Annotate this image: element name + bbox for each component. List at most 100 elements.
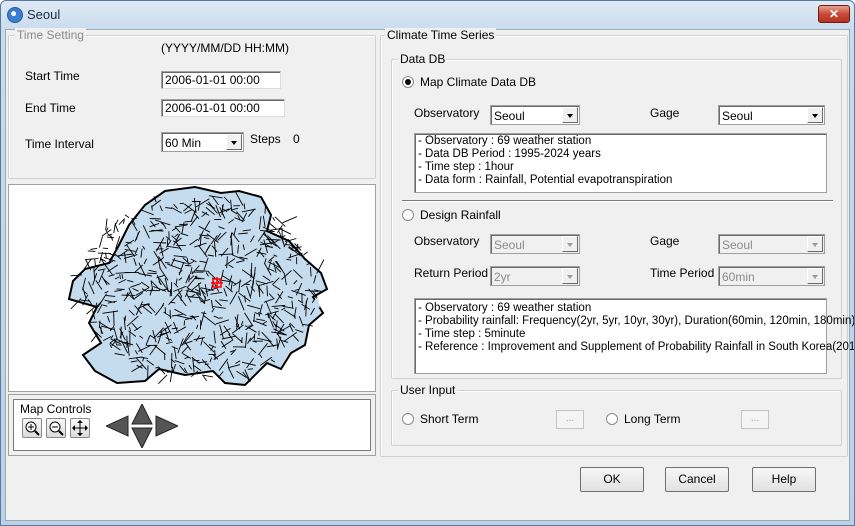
- long-term-browse-button[interactable]: ...: [741, 410, 769, 429]
- time-format-hint: (YYYY/MM/DD HH:MM): [161, 41, 289, 55]
- long-term-label[interactable]: Long Term: [624, 412, 680, 426]
- observatory-value: Seoul: [494, 109, 525, 123]
- chevron-down-icon[interactable]: [562, 236, 578, 252]
- ok-button[interactable]: OK: [580, 467, 644, 492]
- data-db-group: Data DB Map Climate Data DB Observatory …: [391, 52, 855, 379]
- info-line: - Reference : Improvement and Supplement…: [418, 341, 855, 353]
- cancel-button[interactable]: Cancel: [665, 467, 729, 492]
- data-db-legend: Data DB: [398, 52, 448, 66]
- map-climate-radio-label[interactable]: Map Climate Data DB: [420, 75, 536, 89]
- direction-pad[interactable]: [106, 404, 178, 448]
- map-climate-radio[interactable]: [402, 76, 414, 88]
- info-line: - Probability rainfall: Frequency(2yr, 5…: [418, 315, 855, 327]
- center-marker: [211, 277, 223, 289]
- road-segment: [243, 203, 246, 210]
- end-time-input[interactable]: 2006-01-01 00:00: [161, 99, 285, 117]
- time-interval-select[interactable]: 60 Min: [161, 132, 244, 152]
- start-time-input[interactable]: 2006-01-01 00:00: [161, 71, 281, 89]
- steps-label: Steps: [250, 132, 281, 146]
- road-segment: [193, 359, 200, 362]
- zoom-in-button[interactable]: [22, 418, 42, 438]
- road-segment: [106, 236, 115, 239]
- city-boundary: [67, 185, 329, 387]
- info-line: - Data DB Period : 1995-2024 years: [418, 148, 601, 160]
- observatory-select[interactable]: Seoul: [490, 105, 580, 125]
- return-period-label: Return Period: [414, 266, 489, 280]
- time-period-label: Time Period: [650, 266, 715, 280]
- time-setting-group: Time Setting (YYYY/MM/DD HH:MM) Start Ti…: [8, 28, 376, 179]
- short-term-label[interactable]: Short Term: [420, 412, 478, 426]
- arrow-right-icon: [155, 415, 178, 437]
- time-interval-value: 60 Min: [165, 136, 202, 150]
- data-db-info-box[interactable]: - Observatory : 69 weather station - Dat…: [414, 133, 827, 193]
- zoom-out-icon: [49, 421, 64, 436]
- time-interval-label: Time Interval: [25, 137, 94, 151]
- title-bar[interactable]: Seoul ✕: [1, 1, 854, 29]
- user-input-group: User Input Short Term ... Long Term ...: [391, 383, 842, 446]
- arrow-left-icon: [106, 415, 129, 437]
- help-button[interactable]: Help: [752, 467, 816, 492]
- road-segment: [98, 236, 103, 248]
- road-segment: [155, 248, 164, 250]
- road-segment: [303, 251, 308, 256]
- zoom-out-button[interactable]: [46, 418, 66, 438]
- time-period-value: 60min: [722, 270, 755, 284]
- info-line: - Data form : Rainfall, Potential evapot…: [418, 174, 673, 186]
- close-button[interactable]: ✕: [818, 5, 850, 23]
- gage-select[interactable]: Seoul: [718, 105, 825, 125]
- dialog-window: Seoul ✕ Time Setting (YYYY/MM/DD HH:MM) …: [0, 0, 855, 526]
- time-period-select[interactable]: 60min: [718, 266, 825, 286]
- info-line: - Observatory : 69 weather station: [418, 135, 592, 147]
- road-segment: [183, 320, 186, 326]
- chevron-down-icon[interactable]: [562, 268, 578, 284]
- pan-button[interactable]: [70, 418, 90, 438]
- design-gage-label: Gage: [650, 234, 680, 248]
- design-observatory-select[interactable]: Seoul: [490, 234, 580, 254]
- chevron-down-icon[interactable]: [562, 107, 578, 123]
- observatory-label: Observatory: [414, 106, 480, 120]
- design-gage-select[interactable]: Seoul: [718, 234, 825, 254]
- map-controls-panel: Map Controls: [8, 394, 376, 456]
- road-segment: [247, 368, 254, 370]
- road-segment: [310, 267, 312, 277]
- road-segment: [272, 216, 276, 221]
- road-segment: [90, 247, 98, 250]
- chevron-down-icon[interactable]: [226, 134, 242, 150]
- arrow-down-icon: [131, 427, 153, 448]
- time-setting-legend: Time Setting: [15, 28, 86, 42]
- design-rainfall-radio-label[interactable]: Design Rainfall: [420, 208, 501, 222]
- short-term-radio[interactable]: [402, 413, 414, 425]
- info-line: - Time step : 1hour: [418, 161, 514, 173]
- pan-icon: [72, 420, 88, 436]
- road-segment: [158, 374, 168, 385]
- return-period-select[interactable]: 2yr: [490, 266, 580, 286]
- chevron-down-icon[interactable]: [807, 107, 823, 123]
- short-term-browse-button[interactable]: ...: [556, 410, 584, 429]
- window-title: Seoul: [27, 7, 61, 22]
- road-segment: [151, 205, 153, 211]
- road-segment: [164, 262, 170, 264]
- long-term-radio[interactable]: [606, 413, 618, 425]
- road-segment: [253, 333, 256, 340]
- road-segment: [267, 312, 269, 318]
- info-line: - Observatory : 69 weather station: [418, 302, 592, 314]
- seoul-map-canvas[interactable]: [9, 185, 375, 391]
- road-segment: [84, 258, 99, 261]
- road-segment: [221, 204, 224, 215]
- design-rainfall-info-box[interactable]: - Observatory : 69 weather station - Pro…: [414, 298, 855, 374]
- road-segment: [115, 225, 119, 233]
- climate-time-series-group: Climate Time Series Data DB Map Climate …: [380, 28, 855, 457]
- road-segment: [282, 216, 298, 224]
- road-segment: [149, 218, 161, 220]
- end-time-label: End Time: [25, 101, 76, 115]
- design-rainfall-radio[interactable]: [402, 209, 414, 221]
- chevron-down-icon[interactable]: [807, 236, 823, 252]
- start-time-label: Start Time: [25, 69, 80, 83]
- map-view[interactable]: [8, 184, 376, 392]
- arrow-up-icon: [131, 404, 153, 425]
- steps-value: 0: [293, 132, 300, 146]
- chevron-down-icon[interactable]: [807, 268, 823, 284]
- road-segment: [105, 227, 109, 232]
- road-segment: [113, 311, 115, 326]
- road-segment: [274, 216, 286, 227]
